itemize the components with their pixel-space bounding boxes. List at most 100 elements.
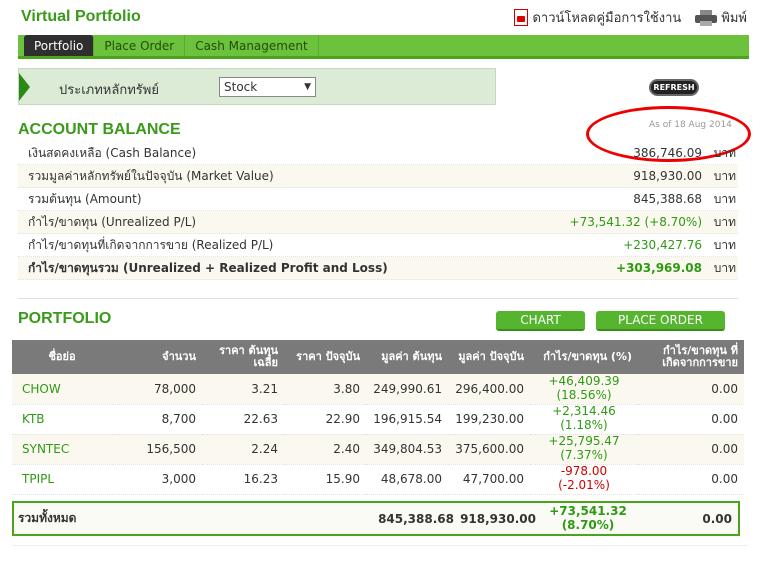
cell-realized: 0.00 — [638, 434, 744, 465]
download-manual-label: ดาวน์โหลดคู่มือการใช้งาน — [532, 11, 682, 26]
stock-symbol[interactable]: CHOW — [12, 374, 112, 405]
balance-row-unrealized: กำไร/ขาดทุน (Unrealized P/L) +73,541.32 … — [18, 211, 738, 234]
total-pl: +73,541.32 (8.70%) — [536, 503, 640, 533]
cell-price: 3.80 — [284, 374, 366, 405]
cell-qty: 3,000 — [112, 464, 202, 495]
total-realized: 0.00 — [702, 511, 732, 526]
tab-portfolio[interactable]: Portfolio — [24, 35, 95, 56]
pl-amount: +2,314.46 — [552, 404, 616, 419]
cell-market-value: 375,600.00 — [448, 434, 530, 465]
page-title: Virtual Portfolio — [21, 8, 141, 25]
table-row[interactable]: CHOW 78,000 3.21 3.80 249,990.61 296,400… — [12, 373, 744, 405]
cell-price: 15.90 — [284, 464, 366, 495]
pl-amount: -978.00 — [560, 464, 608, 479]
cell-cost-value: 349,804.53 — [366, 434, 448, 465]
cell-qty: 156,500 — [112, 434, 202, 465]
stock-symbol[interactable]: SYNTEC — [12, 434, 112, 465]
portfolio-title: PORTFOLIO — [18, 310, 112, 327]
column-header[interactable]: กำไร/ขาดทุน (%) — [530, 340, 638, 374]
cell-cost-value: 48,678.00 — [366, 464, 448, 495]
balance-unit: บาท — [713, 145, 736, 160]
cell-pl: +46,409.39 (18.56%) — [530, 373, 638, 405]
security-type-select[interactable]: Stock ▼ — [219, 77, 316, 97]
portfolio-total-row: รวมทั้งหมด 845,388.68 918,930.00 +73,541… — [12, 501, 740, 536]
cell-pl: +2,314.46 (1.18%) — [530, 404, 638, 435]
total-pl-percent: (8.70%) — [561, 517, 615, 532]
balance-label: กำไร/ขาดทุนที่เกิดจากการขาย (Realized P/… — [28, 237, 274, 252]
table-row[interactable]: SYNTEC 156,500 2.24 2.40 349,804.53 375,… — [12, 434, 744, 465]
balance-row-total-pl: กำไร/ขาดทุนรวม (Unrealized + Realized Pr… — [18, 257, 738, 280]
cell-avg-cost: 2.24 — [202, 434, 284, 465]
chart-button[interactable]: CHART — [496, 311, 585, 331]
total-market-value: 918,930.00 — [460, 511, 536, 526]
security-type-label: ประเภทหลักทรัพย์ — [59, 83, 159, 98]
print-link[interactable]: พิมพ์ — [695, 7, 747, 28]
tab-cash-management[interactable]: Cash Management — [185, 35, 319, 56]
table-row[interactable]: KTB 8,700 22.63 22.90 196,915.54 199,230… — [12, 404, 744, 435]
cell-realized: 0.00 — [638, 374, 744, 405]
balance-label: กำไร/ขาดทุนรวม (Unrealized + Realized Pr… — [28, 260, 388, 275]
cell-market-value: 47,700.00 — [448, 464, 530, 495]
cell-price: 22.90 — [284, 404, 366, 435]
total-pl-amount: +73,541.32 — [549, 503, 627, 518]
balance-label: กำไร/ขาดทุน (Unrealized P/L) — [28, 214, 197, 229]
balance-unit: บาท — [713, 214, 736, 229]
cell-realized: 0.00 — [638, 404, 744, 435]
pl-percent: (18.56%) — [556, 387, 612, 402]
balance-value: 918,930.00 — [633, 169, 702, 183]
chevron-down-icon: ▼ — [304, 82, 311, 92]
cell-pl: -978.00 (-2.01%) — [530, 464, 638, 495]
total-label: รวมทั้งหมด — [18, 511, 77, 525]
column-header[interactable]: มูลค่า ต้นทุน — [366, 340, 448, 374]
security-type-filter: ประเภทหลักทรัพย์ Stock ▼ — [18, 68, 496, 105]
balance-row-cash: เงินสดคงเหลือ (Cash Balance) 386,746.09 … — [18, 142, 738, 165]
column-header[interactable]: ชื่อย่อ — [12, 340, 112, 374]
balance-unit: บาท — [713, 191, 736, 206]
cell-cost-value: 249,990.61 — [366, 374, 448, 405]
stock-symbol[interactable]: TPIPL — [12, 464, 112, 495]
balance-unit: บาท — [713, 260, 736, 275]
pl-percent: (7.37%) — [560, 448, 608, 462]
column-header[interactable]: ราคา ปัจจุบัน — [284, 340, 366, 374]
balance-row-market-value: รวมมูลค่าหลักทรัพย์ในปัจจุบัน (Market Va… — [18, 165, 738, 188]
column-header[interactable]: ราคา ต้นทุนเฉลี่ย — [202, 340, 284, 374]
header-links: ดาวน์โหลดคู่มือการใช้งาน พิมพ์ — [514, 7, 747, 28]
total-cost-value: 845,388.68 — [378, 511, 454, 526]
column-header[interactable]: มูลค่า ปัจจุบัน — [448, 340, 530, 374]
tab-place-order[interactable]: Place Order — [94, 35, 186, 56]
balance-label: เงินสดคงเหลือ (Cash Balance) — [28, 145, 197, 160]
cell-avg-cost: 3.21 — [202, 374, 284, 405]
balance-row-amount: รวมต้นทุน (Amount) 845,388.68 บาท — [18, 188, 738, 211]
pl-amount: +25,795.47 — [548, 434, 620, 449]
pl-percent: (1.18%) — [560, 418, 608, 432]
column-header[interactable]: กำไร/ขาดทุน ที่ เกิดจากการขาย — [638, 340, 744, 374]
printer-icon — [695, 9, 718, 26]
account-balance-title: ACCOUNT BALANCE — [18, 121, 181, 138]
page-bottom-border — [12, 545, 748, 546]
balance-value: +303,969.08 — [616, 261, 702, 275]
cell-price: 2.40 — [284, 434, 366, 465]
column-header[interactable]: จำนวน — [112, 340, 202, 374]
table-row[interactable]: TPIPL 3,000 16.23 15.90 48,678.00 47,700… — [12, 464, 744, 495]
account-balance-list: เงินสดคงเหลือ (Cash Balance) 386,746.09 … — [18, 142, 738, 280]
cell-market-value: 296,400.00 — [448, 374, 530, 405]
pl-percent: (-2.01%) — [558, 478, 610, 492]
balance-label: รวมมูลค่าหลักทรัพย์ในปัจจุบัน (Market Va… — [28, 168, 274, 183]
stock-symbol[interactable]: KTB — [12, 404, 112, 435]
cell-qty: 8,700 — [112, 404, 202, 435]
balance-value: 386,746.09 — [633, 146, 702, 160]
balance-value: 845,388.68 — [633, 192, 702, 206]
download-manual-link[interactable]: ดาวน์โหลดคู่มือการใช้งาน — [514, 7, 681, 28]
balance-value: +230,427.76 — [623, 238, 702, 252]
cell-pl: +25,795.47 (7.37%) — [530, 434, 638, 465]
place-order-button[interactable]: PLACE ORDER — [596, 311, 725, 331]
pl-amount: +46,409.39 — [548, 373, 620, 388]
arrow-right-icon — [19, 73, 30, 101]
table-header: ชื่อย่อ จำนวน ราคา ต้นทุนเฉลี่ย ราคา ปัจ… — [12, 340, 744, 374]
section-divider — [18, 298, 738, 299]
cell-qty: 78,000 — [112, 374, 202, 405]
tab-bar: Portfolio Place Order Cash Management — [18, 35, 749, 59]
refresh-button[interactable]: REFRESH — [649, 79, 699, 96]
security-type-value: Stock — [224, 80, 258, 94]
balance-row-realized: กำไร/ขาดทุนที่เกิดจากการขาย (Realized P/… — [18, 234, 738, 257]
